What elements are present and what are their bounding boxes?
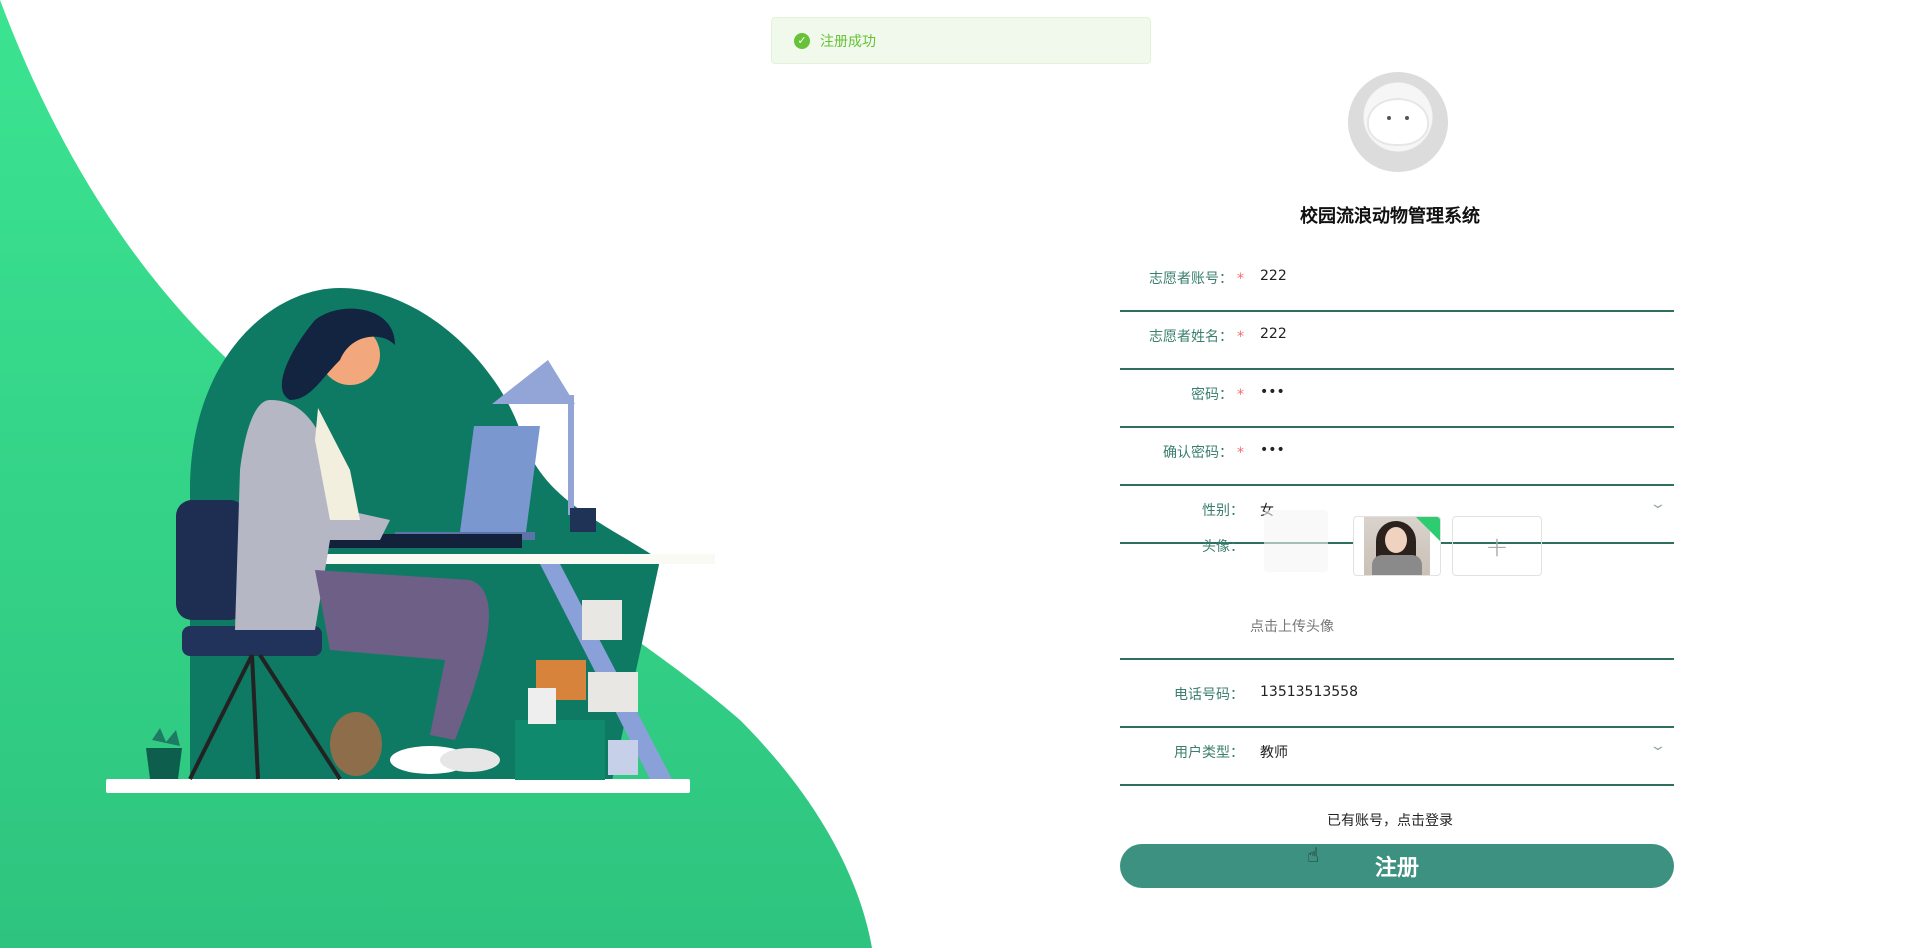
chevron-down-icon[interactable]: ⌄ xyxy=(1649,738,1667,754)
user-type-select[interactable]: 用户类型： 教师 ⌄ xyxy=(1120,728,1674,786)
phone-field[interactable]: 电话号码： 13513513558 xyxy=(1120,670,1674,728)
confirm-password-label: 确认密码： * xyxy=(1163,445,1244,461)
add-avatar-button[interactable]: + xyxy=(1452,516,1542,576)
user-type-value[interactable]: 教师 xyxy=(1260,742,1288,762)
password-label: 密码： * xyxy=(1191,387,1244,403)
name-label: 志愿者姓名： * xyxy=(1149,329,1244,345)
phone-input[interactable]: 13513513558 xyxy=(1260,684,1358,700)
chevron-down-icon[interactable]: ⌄ xyxy=(1649,496,1667,512)
background-illustration xyxy=(0,0,872,948)
confirm-password-input[interactable]: ••• xyxy=(1260,442,1285,458)
password-field[interactable]: 密码： * ••• xyxy=(1120,370,1674,428)
avatar-thumbnail[interactable] xyxy=(1353,516,1441,576)
phone-label: 电话号码： xyxy=(1174,687,1244,703)
check-circle-icon: ✓ xyxy=(794,32,810,49)
confirm-password-field[interactable]: 确认密码： * ••• xyxy=(1120,428,1674,486)
account-field[interactable]: 志愿者账号： * 222 xyxy=(1120,254,1674,312)
password-input[interactable]: ••• xyxy=(1260,384,1285,400)
hand-cursor-icon: ☝ xyxy=(1307,843,1320,867)
avatar-drag-ghost xyxy=(1264,510,1328,572)
register-panel: 校园流浪动物管理系统 志愿者账号： * 222 志愿者姓名： * 222 密码： * … xyxy=(1100,70,1680,948)
upload-success-corner-icon xyxy=(1416,517,1440,541)
avatar-label: 头像： xyxy=(1202,539,1244,555)
success-toast: ✓ 注册成功 xyxy=(771,17,1151,64)
name-input[interactable]: 222 xyxy=(1260,326,1287,342)
upload-avatar-hint[interactable]: 点击上传头像 xyxy=(1250,616,1334,636)
toast-message: 注册成功 xyxy=(820,33,876,50)
register-button[interactable]: 注册 xyxy=(1120,844,1674,888)
app-logo xyxy=(1348,72,1448,172)
login-link[interactable]: 已有账号，点击登录 xyxy=(1100,810,1680,830)
app-title: 校园流浪动物管理系统 xyxy=(1300,206,1480,227)
avatar-field: 头像： + 点击上传头像 xyxy=(1120,510,1674,660)
account-input[interactable]: 222 xyxy=(1260,268,1287,284)
user-type-label: 用户类型： xyxy=(1174,745,1244,761)
account-label: 志愿者账号： * xyxy=(1149,271,1244,287)
name-field[interactable]: 志愿者姓名： * 222 xyxy=(1120,312,1674,370)
cat-face-icon xyxy=(1367,98,1429,146)
plus-icon: + xyxy=(1485,529,1509,563)
